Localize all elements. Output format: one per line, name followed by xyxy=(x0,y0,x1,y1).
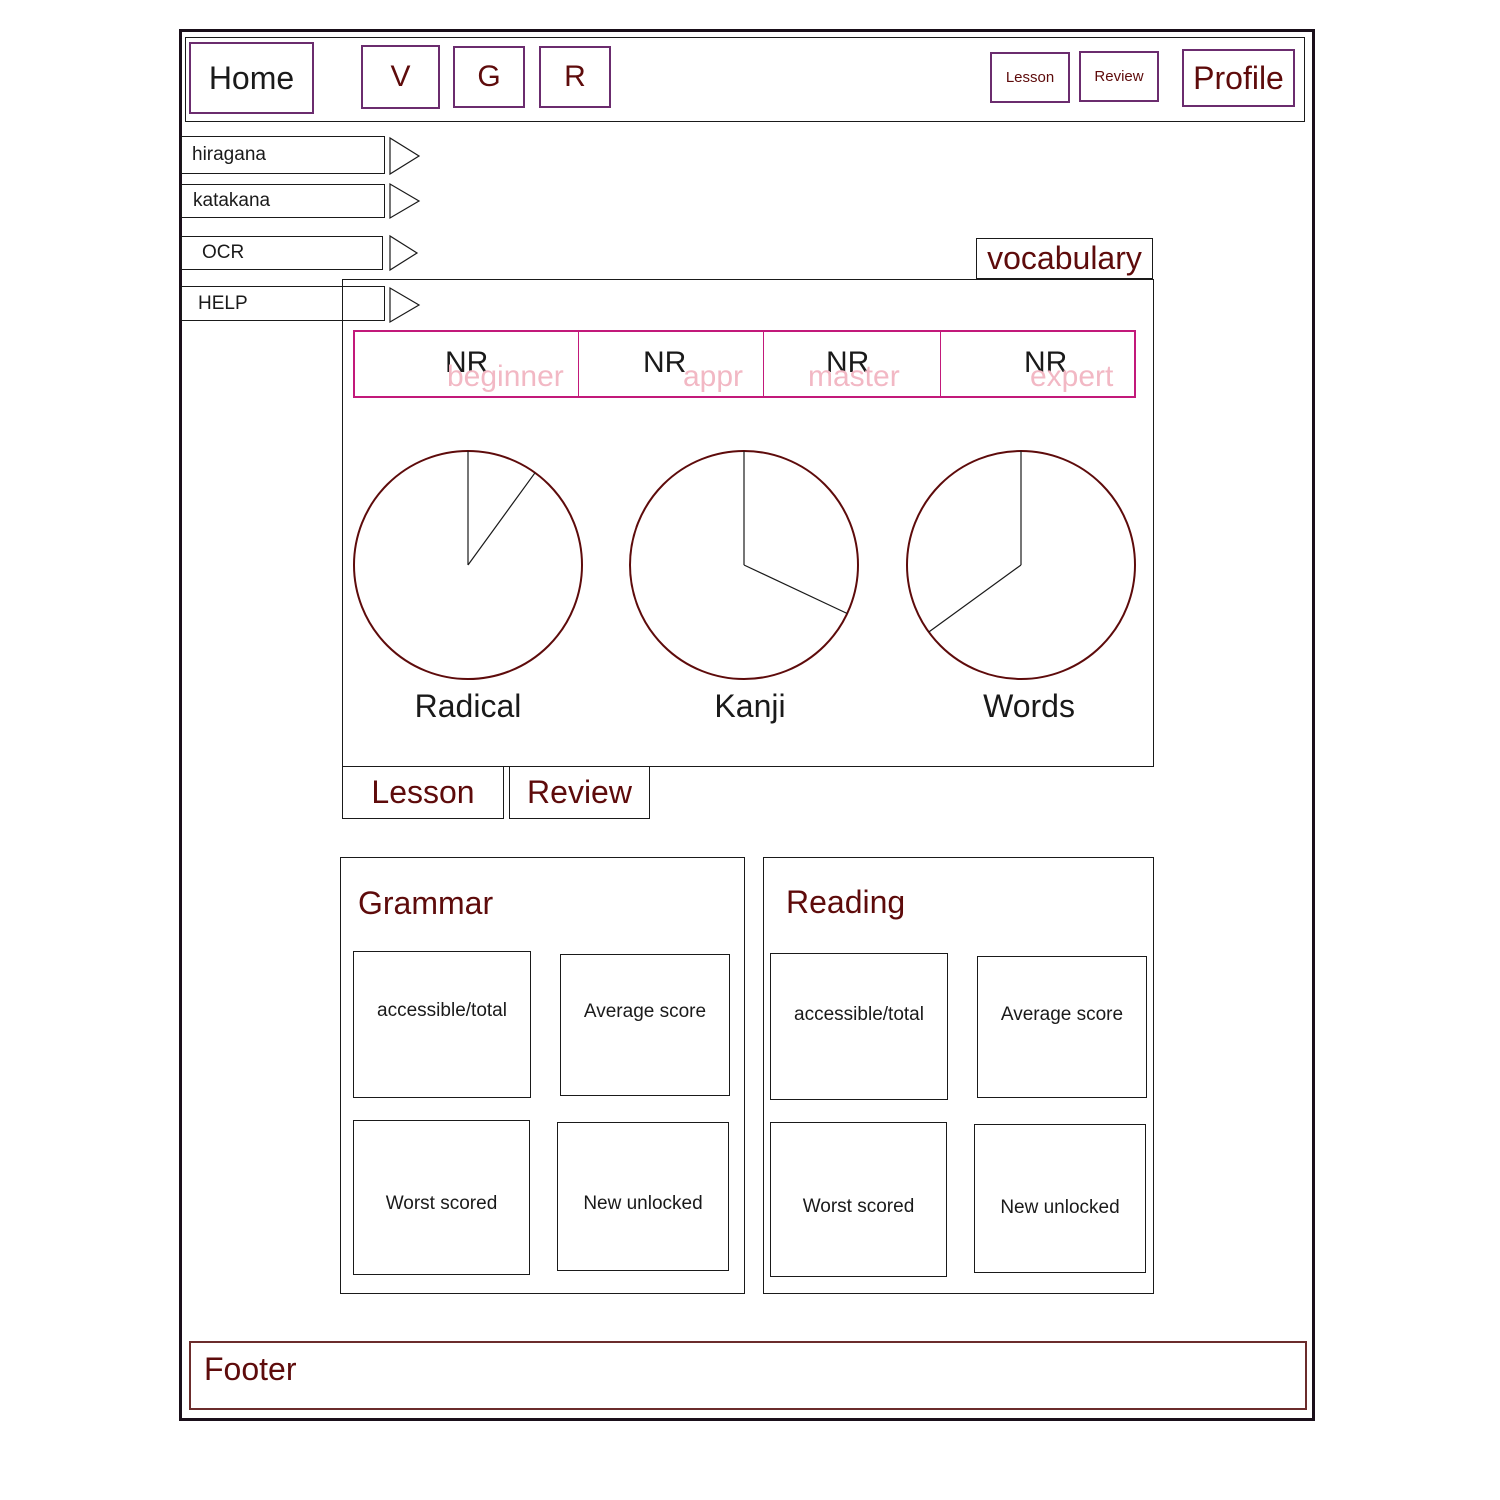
progress-pies xyxy=(353,450,1136,680)
pie-label-words: Words xyxy=(983,688,1075,724)
sidebar-item-label: OCR xyxy=(202,242,245,263)
nav-g-button[interactable]: G xyxy=(453,46,525,108)
pie-radius-end xyxy=(743,564,848,615)
expand-arrow-icon[interactable] xyxy=(389,234,419,272)
sidebar-item-label: HELP xyxy=(198,292,248,314)
grammar-title: Grammar xyxy=(358,885,494,921)
vocabulary-tab[interactable]: vocabulary xyxy=(976,238,1153,279)
nav-g-label: G xyxy=(477,60,501,93)
level-beginner[interactable]: NR beginner xyxy=(355,332,579,396)
level-bar: NR beginner NR appr NR master NR expert xyxy=(353,330,1136,398)
pie-label-radical: Radical xyxy=(414,688,522,724)
reading-average-card[interactable]: Average score xyxy=(977,956,1147,1098)
level-label: expert xyxy=(1030,360,1114,393)
lesson-label: Lesson xyxy=(371,774,475,810)
footer: Footer xyxy=(189,1341,1307,1410)
pie-radius-end xyxy=(467,472,536,566)
sidebar-item-label: hiragana xyxy=(192,144,266,165)
reading-worst-card[interactable]: Worst scored xyxy=(770,1122,947,1277)
reading-accessible-card[interactable]: accessible/total xyxy=(770,953,948,1100)
nav-v-button[interactable]: V xyxy=(361,45,440,109)
card-label: accessible/total xyxy=(794,1004,924,1025)
review-small-label: Review xyxy=(1094,68,1144,85)
lesson-small-label: Lesson xyxy=(1005,69,1055,86)
card-label: New unlocked xyxy=(583,1193,703,1214)
lesson-button[interactable]: Lesson xyxy=(342,766,504,819)
footer-label: Footer xyxy=(204,1351,297,1387)
sidebar-item-katakana[interactable]: katakana xyxy=(181,184,385,218)
nav-r-label: R xyxy=(564,60,586,93)
profile-button[interactable]: Profile xyxy=(1182,49,1295,107)
level-label: beginner xyxy=(447,360,564,393)
level-label: appr xyxy=(683,360,744,393)
pie-label-kanji: Kanji xyxy=(714,688,786,724)
home-label: Home xyxy=(208,59,295,96)
sidebar-item-ocr[interactable]: OCR xyxy=(181,236,383,270)
vocabulary-title: vocabulary xyxy=(987,240,1142,276)
reading-new-card[interactable]: New unlocked xyxy=(974,1124,1146,1273)
card-label: accessible/total xyxy=(377,1000,507,1021)
expand-arrow-icon[interactable] xyxy=(389,182,421,220)
home-button[interactable]: Home xyxy=(189,42,314,114)
sidebar-item-hiragana[interactable]: hiragana xyxy=(181,136,385,174)
reading-title: Reading xyxy=(786,884,906,920)
level-label: master xyxy=(808,360,900,393)
card-label: New unlocked xyxy=(1000,1197,1120,1218)
level-expert[interactable]: NR expert xyxy=(941,332,1134,396)
profile-label: Profile xyxy=(1193,59,1284,96)
nav-r-button[interactable]: R xyxy=(539,46,611,108)
level-value: NR xyxy=(643,346,687,379)
expand-arrow-icon[interactable] xyxy=(389,136,421,176)
pie-radius-end xyxy=(928,564,1022,633)
sidebar-item-label: katakana xyxy=(193,190,271,211)
grammar-worst-card[interactable]: Worst scored xyxy=(353,1120,530,1275)
review-small-button[interactable]: Review xyxy=(1079,51,1159,102)
card-label: Average score xyxy=(1000,1004,1124,1025)
level-appr[interactable]: NR appr xyxy=(579,332,764,396)
card-label: Average score xyxy=(583,1001,707,1022)
review-label: Review xyxy=(527,774,632,810)
lesson-small-button[interactable]: Lesson xyxy=(990,52,1070,103)
level-master[interactable]: NR master xyxy=(764,332,941,396)
nav-v-label: V xyxy=(390,60,411,93)
grammar-accessible-card[interactable]: accessible/total xyxy=(353,951,531,1098)
card-label: Worst scored xyxy=(802,1196,915,1217)
grammar-average-card[interactable]: Average score xyxy=(560,954,730,1096)
review-button[interactable]: Review xyxy=(509,766,650,819)
grammar-new-card[interactable]: New unlocked xyxy=(557,1122,729,1271)
card-label: Worst scored xyxy=(385,1193,498,1214)
